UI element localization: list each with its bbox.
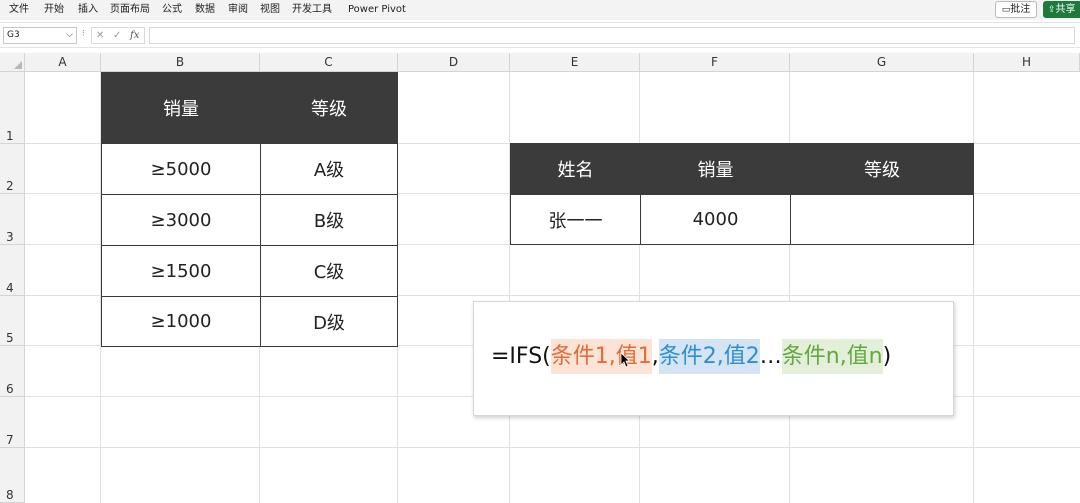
- formula-suffix: ): [882, 344, 892, 369]
- grade-table-header-sales[interactable]: 销量: [101, 72, 261, 144]
- grade-table-cell-sales[interactable]: ≥1500: [101, 245, 261, 297]
- row-number: 8: [6, 488, 14, 502]
- grade-table-cell-grade[interactable]: B级: [260, 194, 398, 246]
- mouse-pointer-icon: [620, 352, 630, 368]
- gridline: [639, 72, 640, 503]
- grade-table-cell-grade[interactable]: C级: [260, 245, 398, 297]
- formula-separator: ,: [651, 344, 659, 369]
- column-header-h[interactable]: H: [974, 53, 1080, 72]
- formula-bar-splitter[interactable]: ⁝: [82, 29, 85, 39]
- row-number: 5: [6, 331, 14, 345]
- menu-insert[interactable]: 插入: [78, 3, 98, 17]
- gridline: [509, 72, 510, 503]
- column-header-e[interactable]: E: [510, 53, 640, 72]
- chevron-down-icon[interactable]: ⌵: [66, 28, 73, 43]
- share-button[interactable]: ⇪共享: [1043, 1, 1080, 18]
- lookup-table-cell-sales[interactable]: 4000: [640, 194, 791, 245]
- formula-bar: G3 ⌵ ⁝ ✕ ✓ fx: [0, 22, 1080, 48]
- row-header-2[interactable]: 2: [0, 144, 25, 194]
- enter-check-icon[interactable]: ✓: [113, 28, 121, 43]
- ifs-syntax-line: =IFS( 条件1,值1 , 条件2,值2 … 条件n,值n ): [491, 339, 891, 374]
- lookup-table-header-name[interactable]: 姓名: [510, 143, 641, 195]
- cancel-icon[interactable]: ✕: [96, 28, 104, 43]
- lookup-table-header-grade[interactable]: 等级: [790, 143, 974, 195]
- comments-button-label: 批注: [1010, 4, 1031, 15]
- grade-table-cell-sales[interactable]: ≥5000: [101, 143, 261, 195]
- grade-table-cell-sales[interactable]: ≥1000: [101, 296, 261, 347]
- comment-icon: ▭: [1001, 5, 1011, 15]
- select-all-corner[interactable]: [0, 53, 25, 72]
- lookup-table-cell-grade-selected[interactable]: [790, 194, 974, 245]
- row-header-7[interactable]: 7: [0, 397, 25, 448]
- row-header-8[interactable]: 8: [0, 448, 25, 503]
- formula-syntax-callout: =IFS( 条件1,值1 , 条件2,值2 … 条件n,值n ): [473, 301, 954, 416]
- menu-view[interactable]: 视图: [260, 3, 280, 17]
- formula-segment-conditionn-valuen: 条件n,值n: [781, 339, 883, 374]
- row-header-5[interactable]: 5: [0, 296, 25, 346]
- comments-button[interactable]: ▭批注: [995, 1, 1037, 18]
- name-box-value: G3: [7, 30, 20, 40]
- menu-power-pivot[interactable]: Power Pivot: [348, 3, 406, 17]
- column-header-a[interactable]: A: [25, 53, 101, 72]
- column-header-b[interactable]: B: [101, 53, 260, 72]
- grade-table-cell-grade[interactable]: D级: [260, 296, 398, 347]
- gridline: [789, 72, 790, 503]
- column-header-f[interactable]: F: [640, 53, 790, 72]
- share-button-label: 共享: [1055, 4, 1076, 15]
- column-header-c[interactable]: C: [260, 53, 398, 72]
- gridline: [25, 447, 1080, 448]
- insert-function-icon[interactable]: fx: [130, 28, 139, 43]
- menu-page-layout[interactable]: 页面布局: [110, 3, 150, 17]
- grade-table-cell-sales[interactable]: ≥3000: [101, 194, 261, 246]
- share-icon: ⇪: [1048, 5, 1056, 15]
- row-header-1[interactable]: 1: [0, 72, 25, 144]
- formula-input[interactable]: [149, 27, 1075, 44]
- menu-review[interactable]: 审阅: [228, 3, 248, 17]
- formula-segment-condition1-value1: 条件1,值1: [550, 339, 652, 374]
- grade-table-cell-grade[interactable]: A级: [260, 143, 398, 195]
- row-header-6[interactable]: 6: [0, 346, 25, 397]
- row-number: 1: [6, 129, 14, 143]
- menu-formulas[interactable]: 公式: [162, 3, 182, 17]
- select-all-triangle-icon: [14, 61, 22, 69]
- row-number: 4: [6, 281, 14, 295]
- menu-file[interactable]: 文件: [9, 3, 29, 17]
- menu-developer[interactable]: 开发工具: [292, 3, 332, 17]
- row-number: 3: [6, 230, 14, 244]
- formula-prefix: =IFS(: [491, 344, 551, 369]
- menu-data[interactable]: 数据: [195, 3, 215, 17]
- column-header-g[interactable]: G: [790, 53, 974, 72]
- menu-home[interactable]: 开始: [44, 3, 64, 17]
- column-header-d[interactable]: D: [398, 53, 510, 72]
- formula-segment-condition2-value2: 条件2,值2: [658, 339, 760, 374]
- row-header-3[interactable]: 3: [0, 194, 25, 245]
- row-number: 7: [6, 433, 14, 447]
- row-header-4[interactable]: 4: [0, 245, 25, 296]
- lookup-table-cell-name[interactable]: 张一一: [510, 194, 641, 245]
- row-number: 2: [6, 179, 14, 193]
- ribbon-menu-bar: 文件 开始 插入 页面布局 公式 数据 审阅 视图 开发工具 Power Piv…: [0, 0, 1080, 20]
- formula-bar-actions: ✕ ✓ fx: [91, 27, 145, 44]
- lookup-table-header-sales[interactable]: 销量: [640, 143, 791, 195]
- name-box[interactable]: G3 ⌵: [3, 27, 77, 44]
- gridline: [973, 72, 974, 503]
- row-number: 6: [6, 382, 14, 396]
- formula-ellipsis: …: [759, 344, 782, 369]
- grade-table-header-grade[interactable]: 等级: [260, 72, 398, 144]
